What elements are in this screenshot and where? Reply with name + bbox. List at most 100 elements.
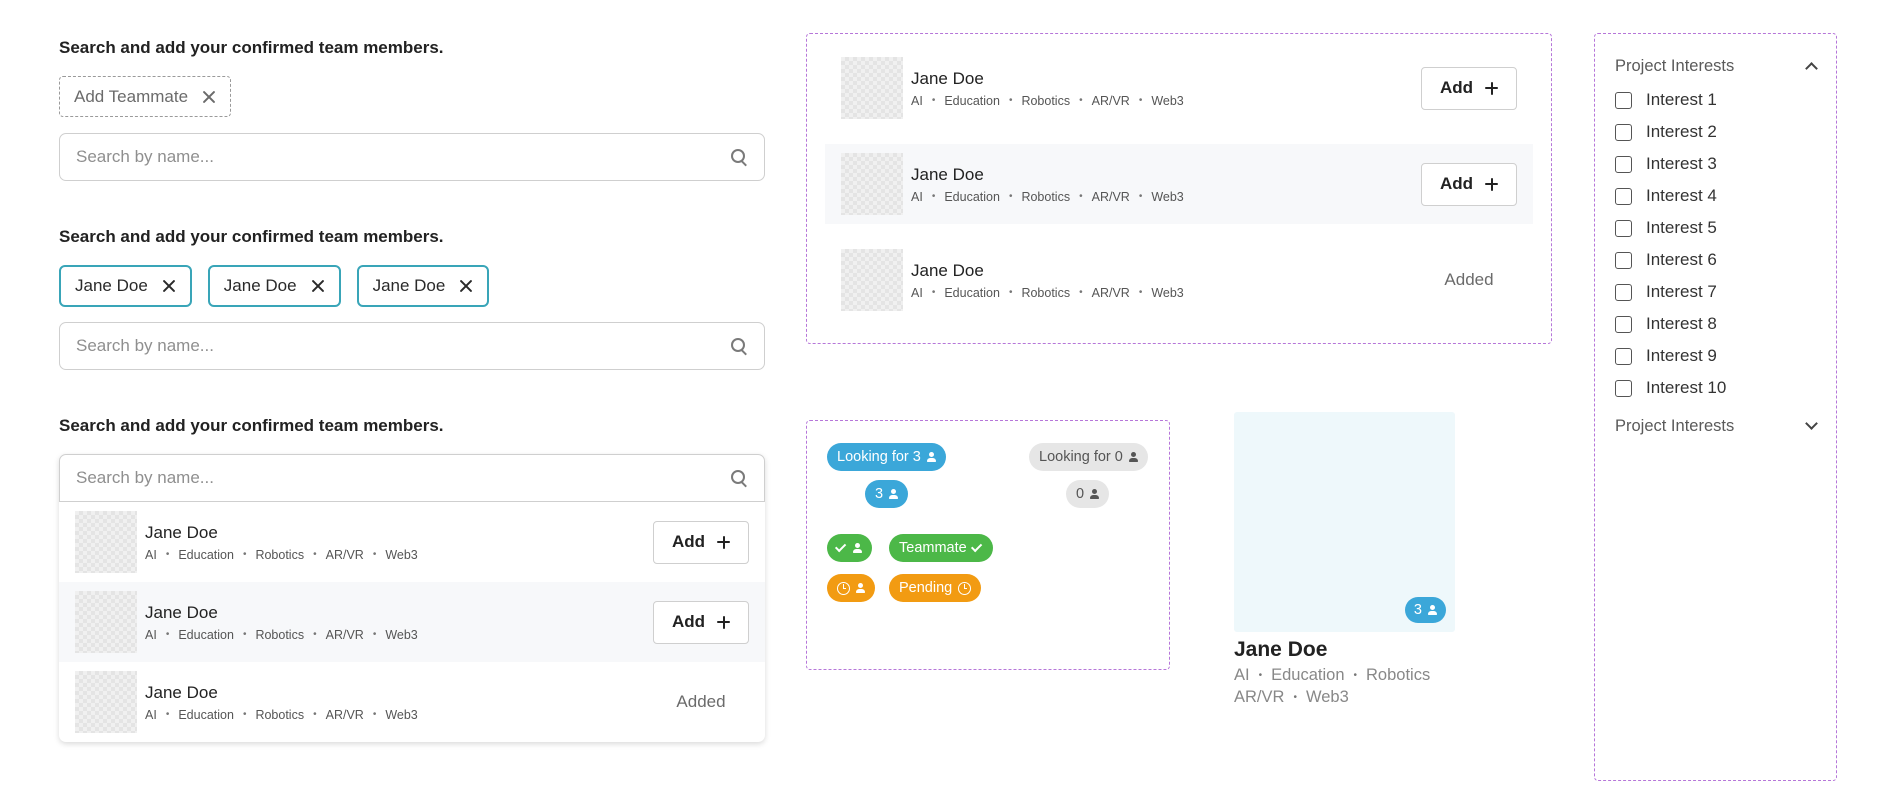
clock-icon <box>837 581 850 595</box>
looking-for-badge: Looking for 3 <box>827 443 946 471</box>
pending-badge: Pending <box>889 574 982 602</box>
clock-icon <box>958 581 972 595</box>
filter-group-header[interactable]: Project Interests <box>1615 414 1818 438</box>
person-icon <box>853 543 862 553</box>
interest-checkbox[interactable]: Interest 1 <box>1615 84 1816 116</box>
search-input-box[interactable] <box>59 133 765 181</box>
checkbox[interactable] <box>1615 155 1632 173</box>
close-icon[interactable] <box>311 279 325 293</box>
interest-tags: AIEducationRoboticsAR/VRWeb3 <box>145 628 653 642</box>
person-icon <box>889 489 899 499</box>
person-name: Jane Doe <box>145 682 218 702</box>
count-badge: 3 <box>1404 597 1446 623</box>
person-icon <box>926 452 936 462</box>
chevron-down-icon[interactable] <box>1805 417 1818 430</box>
person-icon <box>1090 489 1100 499</box>
avatar <box>841 153 903 215</box>
search-input[interactable] <box>76 468 731 488</box>
interest-checkbox[interactable]: Interest 6 <box>1615 244 1816 276</box>
chip-label: Jane Doe <box>75 276 148 295</box>
pending-icon-badge <box>827 574 875 602</box>
list-item: Jane Doe AIEducationRoboticsAR/VRWeb3 Ad… <box>825 240 1533 320</box>
search-input[interactable] <box>76 147 731 167</box>
person-name: Jane Doe <box>145 522 218 542</box>
interest-checkbox[interactable]: Interest 7 <box>1615 276 1816 308</box>
checkbox[interactable] <box>1615 123 1632 141</box>
avatar <box>75 511 137 573</box>
teammate-chip[interactable]: Jane Doe <box>207 265 341 307</box>
teammate-chip[interactable]: Jane Doe <box>59 265 192 307</box>
person-name: Jane Doe <box>145 602 218 622</box>
chevron-up-icon[interactable] <box>1805 62 1818 75</box>
section-heading: Search and add your confirmed team membe… <box>59 227 444 246</box>
search-icon[interactable] <box>731 337 748 355</box>
profile-tags: AR/VRWeb3 <box>1234 688 1349 707</box>
search-input-box[interactable] <box>59 454 765 502</box>
teammate-chip[interactable]: Jane Doe <box>356 265 490 307</box>
check-icon <box>834 540 847 553</box>
checkbox[interactable] <box>1615 379 1632 397</box>
interest-checkbox[interactable]: Interest 3 <box>1615 148 1816 180</box>
add-button[interactable]: Add <box>1421 66 1517 110</box>
checkbox[interactable] <box>1615 283 1632 301</box>
add-button[interactable]: Add <box>1421 162 1517 206</box>
looking-for-badge: Looking for 0 <box>1029 443 1148 471</box>
filter-group-title: Project Interests <box>1615 416 1735 435</box>
person-name: Jane Doe <box>911 164 984 184</box>
checkbox[interactable] <box>1615 187 1632 205</box>
interest-tags: AIEducationRoboticsAR/VRWeb3 <box>911 94 1421 108</box>
chip-label: Jane Doe <box>223 276 297 295</box>
list-item: Jane Doe AIEducationRoboticsAR/VRWeb3 Ad… <box>825 48 1533 128</box>
member-list-panel: Jane Doe AIEducationRoboticsAR/VRWeb3 Ad… <box>806 33 1552 344</box>
search-icon[interactable] <box>731 148 748 166</box>
checkbox[interactable] <box>1615 315 1632 333</box>
interest-checkbox[interactable]: Interest 5 <box>1615 212 1816 244</box>
added-status: Added <box>676 692 726 711</box>
close-icon[interactable] <box>162 279 176 293</box>
add-button[interactable]: Add <box>653 600 749 644</box>
count-badge: 0 <box>1066 480 1110 508</box>
avatar <box>75 591 137 653</box>
profile-tags: AIEducationRobotics <box>1234 666 1464 685</box>
checkbox[interactable] <box>1615 251 1632 269</box>
add-teammate-label: Add Teammate <box>74 86 189 106</box>
checkbox[interactable] <box>1615 91 1632 109</box>
checkbox[interactable] <box>1615 347 1632 365</box>
list-item: Jane Doe AIEducationRoboticsAR/VRWeb3 Ad… <box>59 582 765 662</box>
section-heading: Search and add your confirmed team membe… <box>59 38 444 57</box>
checkbox[interactable] <box>1615 219 1632 237</box>
close-icon[interactable] <box>459 279 473 293</box>
plus-icon <box>1485 177 1499 191</box>
list-item: Jane Doe AIEducationRoboticsAR/VRWeb3 Ad… <box>825 144 1533 224</box>
interest-tags: AIEducationRoboticsAR/VRWeb3 <box>145 708 653 722</box>
close-icon[interactable] <box>202 90 216 104</box>
teammate-badge: Teammate <box>889 534 993 562</box>
search-input[interactable] <box>76 336 731 356</box>
interest-checkbox[interactable]: Interest 8 <box>1615 308 1816 340</box>
interest-checkbox[interactable]: Interest 2 <box>1615 116 1816 148</box>
person-icon <box>856 583 865 593</box>
add-button[interactable]: Add <box>653 520 749 564</box>
interest-checkbox[interactable]: Interest 4 <box>1615 180 1816 212</box>
section-heading: Search and add your confirmed team membe… <box>59 416 444 435</box>
list-item: Jane Doe AIEducationRoboticsAR/VRWeb3 Ad… <box>59 662 765 742</box>
interest-checkbox[interactable]: Interest 10 <box>1615 372 1816 404</box>
interest-tags: AIEducationRoboticsAR/VRWeb3 <box>911 286 1421 300</box>
add-teammate-chip[interactable]: Add Teammate <box>59 76 232 117</box>
person-name: Jane Doe <box>911 260 984 280</box>
filter-group-header[interactable]: Project Interests <box>1615 54 1818 78</box>
search-icon[interactable] <box>731 469 748 487</box>
person-icon <box>1128 452 1138 462</box>
selected-chips: Jane Doe Jane Doe Jane Doe <box>59 265 490 307</box>
avatar <box>841 249 903 311</box>
interest-tags: AIEducationRoboticsAR/VRWeb3 <box>145 548 653 562</box>
chip-label: Jane Doe <box>372 276 446 295</box>
added-status: Added <box>1444 270 1494 289</box>
badges-panel: Looking for 3 Looking for 0 3 0 Teammate… <box>806 420 1170 670</box>
profile-name: Jane Doe <box>1234 638 1328 661</box>
search-input-box[interactable] <box>59 322 765 370</box>
interest-tags: AIEducationRoboticsAR/VRWeb3 <box>911 190 1421 204</box>
profile-image[interactable]: 3 <box>1234 412 1455 632</box>
interest-checkbox[interactable]: Interest 9 <box>1615 340 1816 372</box>
teammate-icon-badge <box>827 534 872 562</box>
